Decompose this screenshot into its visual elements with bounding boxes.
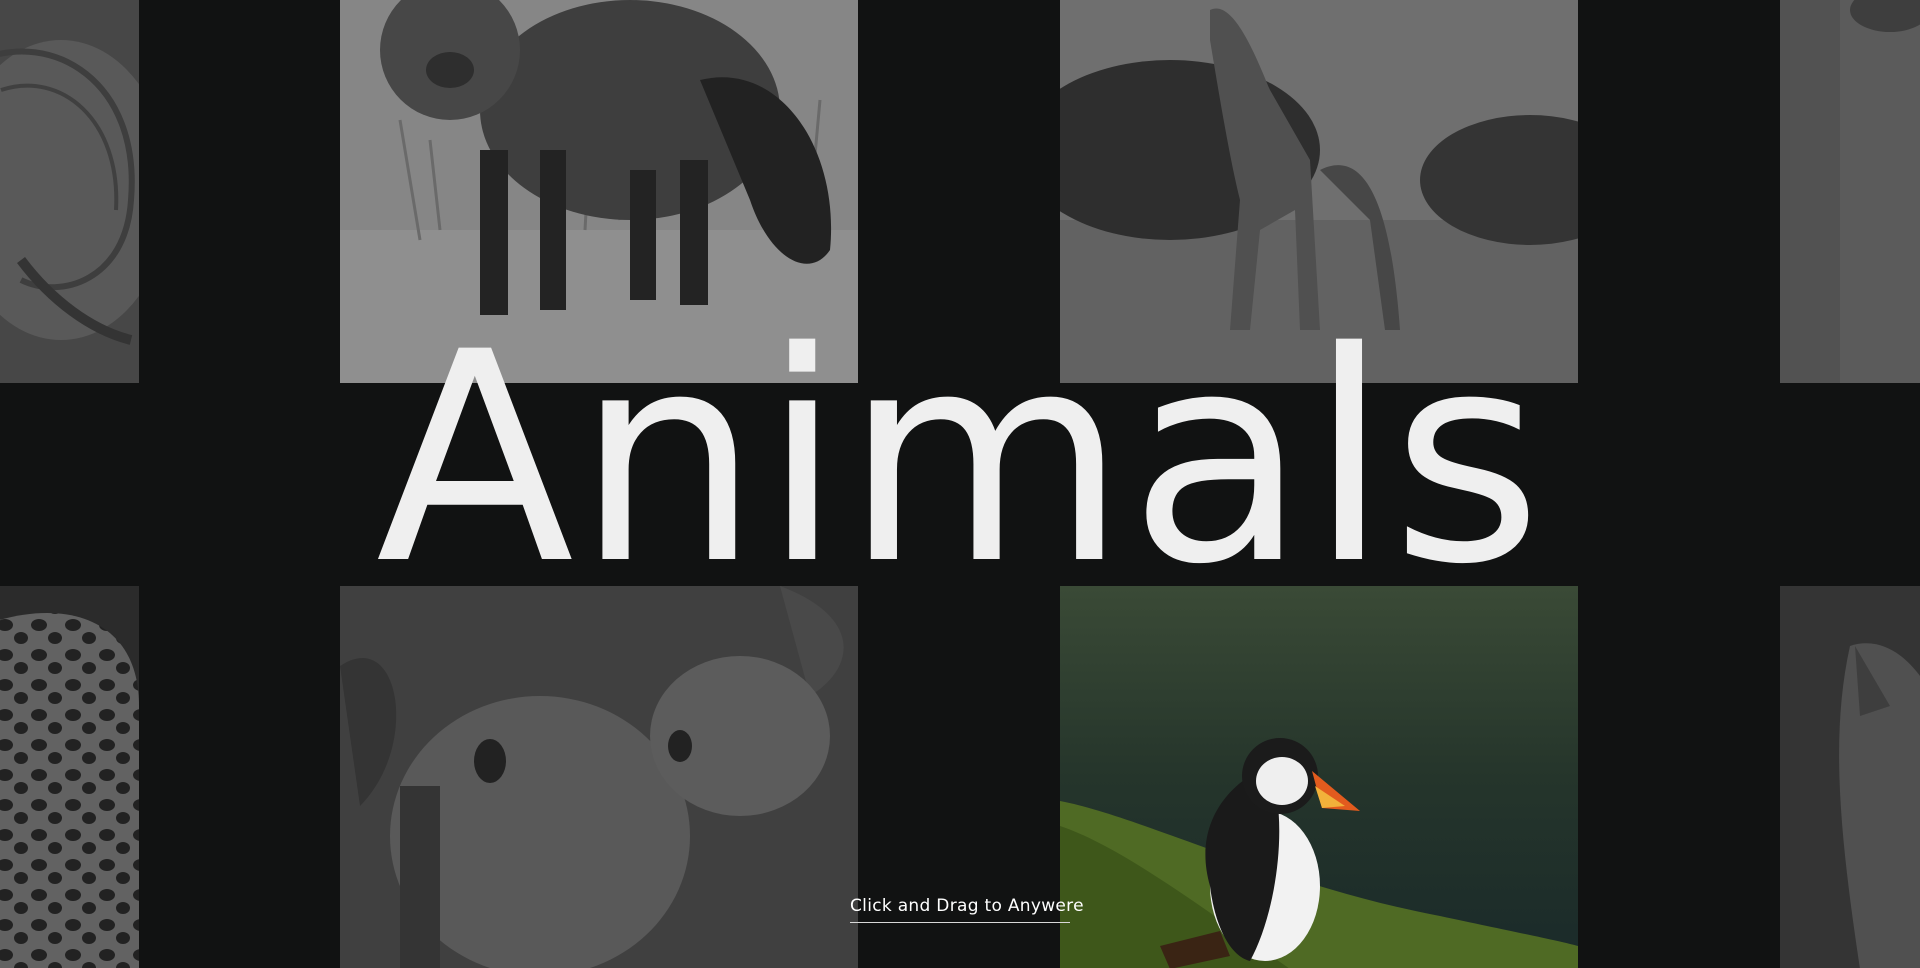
page-title: Animals — [375, 291, 1545, 628]
drag-hint-link[interactable]: Click and Drag to Anywere — [850, 896, 1084, 923]
gallery-tile-bird[interactable] — [1780, 0, 1920, 383]
gallery-tile-koala[interactable] — [340, 586, 858, 968]
bird-image — [1780, 0, 1920, 383]
leopard-image — [0, 586, 139, 968]
koala-image — [340, 586, 858, 968]
cat-image — [1780, 586, 1920, 968]
gallery-tile-giraffe[interactable] — [1060, 0, 1578, 383]
drag-canvas[interactable]: Animals Click and Drag to Anywere — [0, 0, 1920, 968]
gallery-tile-cat[interactable] — [1780, 586, 1920, 968]
flamingo-image — [0, 0, 139, 383]
gallery-tile-flamingo[interactable] — [0, 0, 139, 383]
gallery-tile-leopard[interactable] — [0, 586, 139, 968]
gallery-tile-fox[interactable] — [340, 0, 858, 383]
giraffe-image — [1060, 0, 1578, 383]
puffin-image — [1060, 586, 1578, 968]
fox-image — [340, 0, 858, 383]
gallery-tile-puffin[interactable] — [1060, 586, 1578, 968]
